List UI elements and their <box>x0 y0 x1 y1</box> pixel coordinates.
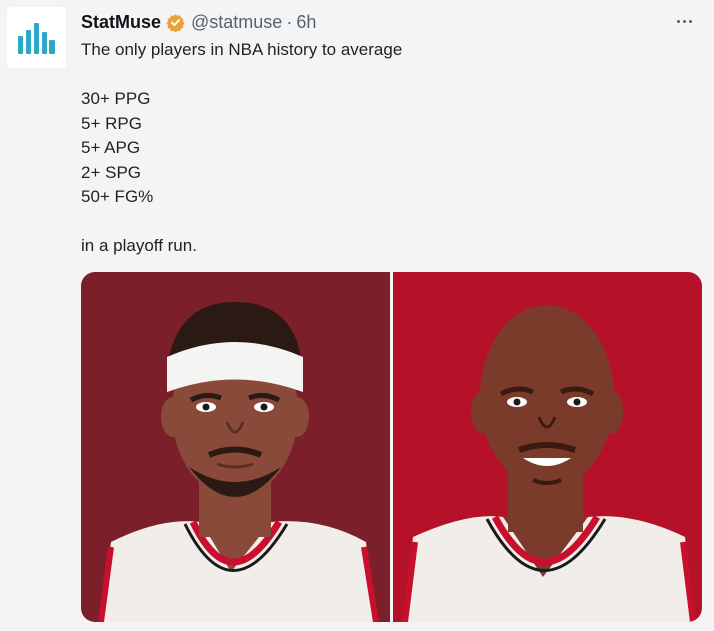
author-name[interactable]: StatMuse <box>81 12 161 33</box>
tweet-media[interactable] <box>81 272 702 622</box>
separator-dot: · <box>286 11 293 32</box>
tweet-intro: The only players in NBA history to avera… <box>81 40 403 59</box>
author-avatar[interactable] <box>7 7 66 68</box>
tweet-header: StatMuse @statmuse · 6h <box>81 10 316 34</box>
tweet-text: The only players in NBA history to avera… <box>81 38 681 259</box>
stat-line: 5+ APG <box>81 138 141 157</box>
tweet: StatMuse @statmuse · 6h The only players… <box>0 0 714 631</box>
statmuse-logo-icon <box>18 23 55 54</box>
stat-line: 30+ PPG <box>81 89 151 108</box>
player-illustration-right[interactable] <box>393 272 702 622</box>
tweet-time[interactable]: 6h <box>296 12 316 33</box>
author-handle[interactable]: @statmuse <box>191 12 282 33</box>
tweet-outro: in a playoff run. <box>81 236 197 255</box>
more-icon[interactable] <box>672 12 696 30</box>
stat-line: 50+ FG% <box>81 187 154 206</box>
verified-badge-icon[interactable] <box>166 13 185 32</box>
stat-line: 5+ RPG <box>81 113 142 133</box>
player-illustration-left[interactable] <box>81 272 390 622</box>
stat-line: 2+ SPG <box>81 162 142 182</box>
